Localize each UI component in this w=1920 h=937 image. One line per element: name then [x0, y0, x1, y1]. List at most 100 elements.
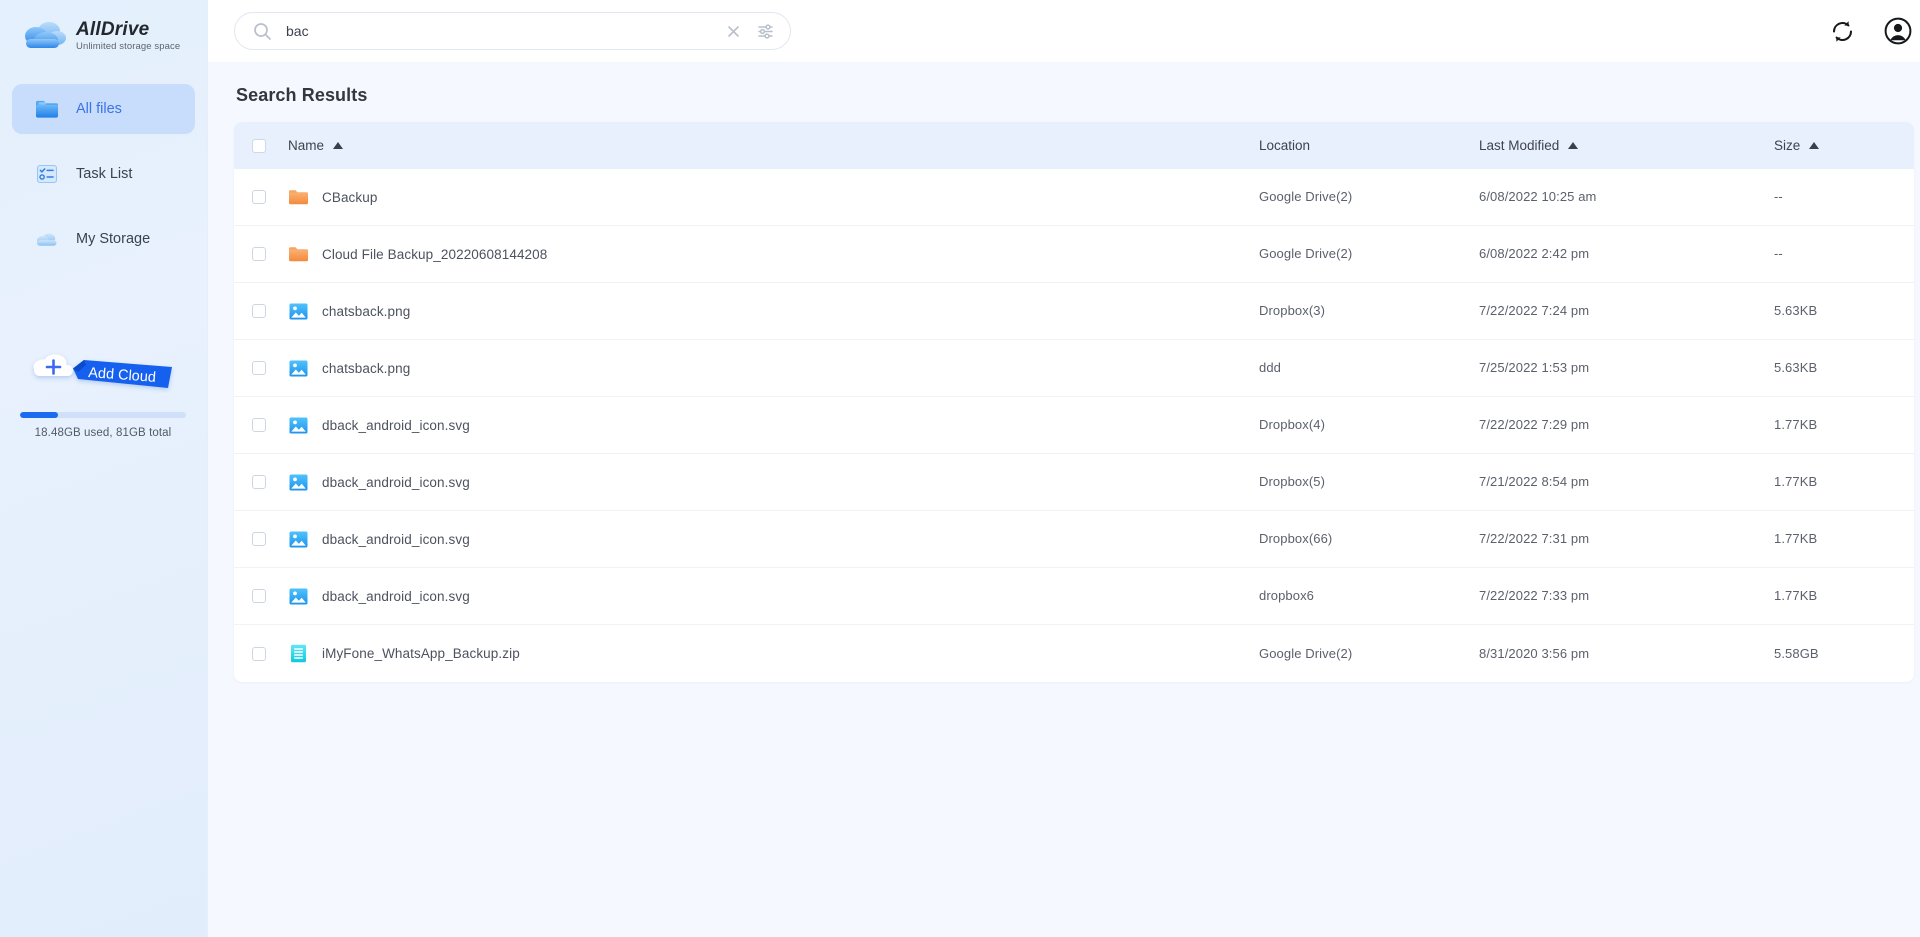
sidebar-item-label: All files — [76, 101, 122, 117]
sidebar-item-task-list[interactable]: Task List — [12, 149, 195, 199]
sidebar-item-all-files[interactable]: All files — [12, 84, 195, 134]
brand-logo: AllDrive Unlimited storage space — [0, 0, 207, 62]
image-file-icon — [288, 472, 309, 493]
file-location: Dropbox(5) — [1259, 474, 1326, 489]
row-checkbox[interactable] — [252, 475, 266, 489]
sort-ascending-icon — [333, 142, 344, 149]
brand-name: AllDrive — [76, 18, 150, 40]
table-row[interactable]: chatsback.png ddd 7/25/2022 1:53 pm 5.63KB — [234, 340, 1914, 397]
app-root: AllDrive Unlimited storage space All fil… — [0, 0, 1920, 937]
topbar-actions — [1829, 17, 1912, 45]
row-checkbox[interactable] — [252, 646, 266, 661]
file-modified: 8/31/2020 3:56 pm — [1479, 645, 1590, 661]
main-area: Search Results Name Location — [208, 0, 1920, 937]
file-modified: 7/22/2022 7:29 pm — [1479, 417, 1590, 432]
column-header-size[interactable]: Size — [1774, 138, 1914, 153]
search-icon — [253, 22, 272, 41]
file-name: Cloud File Backup_20220608144208 — [322, 246, 548, 262]
folder-orange-icon — [288, 244, 309, 265]
file-name: CBackup — [322, 189, 378, 205]
topbar — [208, 0, 1920, 62]
file-name: dback_android_icon.svg — [322, 588, 470, 604]
table-row[interactable]: dback_android_icon.svg dropbox6 7/22/2022 … — [234, 568, 1914, 625]
image-file-icon — [288, 358, 309, 379]
row-checkbox[interactable] — [252, 247, 266, 261]
column-header-location[interactable]: Location — [1259, 138, 1479, 153]
image-file-icon — [288, 586, 309, 607]
table-row[interactable]: dback_android_icon.svg Dropbox(66) 7/22/20… — [234, 511, 1914, 568]
sidebar-nav: All files Task List My Storage — [0, 84, 207, 264]
file-location: Google Drive(2) — [1259, 246, 1353, 261]
storage-meter: 18.48GB used, 81GB total — [20, 412, 186, 439]
file-size: 1.77KB — [1774, 417, 1818, 432]
search-bar[interactable] — [234, 12, 791, 50]
file-location: Google Drive(2) — [1259, 189, 1353, 204]
search-input[interactable] — [286, 23, 726, 39]
file-location: Dropbox(4) — [1259, 417, 1326, 432]
search-results-table: Name Location Last Modified Size CBackup… — [234, 122, 1914, 682]
row-checkbox[interactable] — [252, 190, 266, 204]
sort-ascending-icon — [1568, 142, 1579, 149]
folder-orange-icon — [288, 187, 309, 208]
file-location: Google Drive(2) — [1259, 645, 1353, 661]
storage-usage-text: 18.48GB used, 81GB total — [34, 427, 172, 439]
file-size: 5.63KB — [1774, 303, 1818, 318]
file-name: chatsback.png — [322, 303, 411, 319]
sidebar: AllDrive Unlimited storage space All fil… — [0, 0, 208, 937]
file-location: Dropbox(66) — [1259, 531, 1333, 546]
table-row[interactable]: chatsback.png Dropbox(3) 7/22/2022 7:24 pm… — [234, 283, 1914, 340]
file-modified: 7/21/2022 8:54 pm — [1479, 474, 1590, 489]
filter-sliders-icon[interactable] — [757, 23, 774, 40]
row-checkbox[interactable] — [252, 589, 266, 603]
table-row[interactable]: Cloud File Backup_20220608144208 Google D… — [234, 226, 1914, 283]
add-cloud-button[interactable]: Add Cloud — [26, 345, 186, 393]
file-size: 1.77KB — [1774, 474, 1818, 489]
table-row[interactable]: dback_android_icon.svg Dropbox(5) 7/21/202… — [234, 454, 1914, 511]
table-row[interactable]: iMyFone_WhatsApp_Backup.zip Google Drive(… — [234, 625, 1914, 682]
sidebar-item-label: Task List — [76, 166, 133, 182]
file-name: dback_android_icon.svg — [322, 474, 470, 490]
file-size: 5.63KB — [1774, 360, 1818, 375]
file-modified: 7/22/2022 7:31 pm — [1479, 531, 1590, 546]
file-size: -- — [1774, 246, 1783, 261]
storage-bar-track — [20, 412, 186, 418]
refresh-sync-icon[interactable] — [1829, 18, 1856, 45]
account-avatar-icon[interactable] — [1884, 17, 1912, 45]
row-checkbox[interactable] — [252, 304, 266, 318]
select-all-checkbox[interactable] — [252, 138, 266, 153]
column-header-name[interactable]: Name — [288, 138, 344, 153]
file-name: chatsback.png — [322, 360, 411, 376]
row-checkbox[interactable] — [252, 418, 266, 432]
row-checkbox[interactable] — [252, 361, 266, 375]
close-icon[interactable] — [726, 24, 741, 39]
brand-tagline: Unlimited storage space — [76, 41, 181, 53]
table-row[interactable]: dback_android_icon.svg Dropbox(4) 7/22/202… — [234, 397, 1914, 454]
image-file-icon — [288, 415, 309, 436]
file-modified: 6/08/2022 10:25 am — [1479, 189, 1597, 204]
column-header-last-modified[interactable]: Last Modified — [1479, 138, 1774, 153]
storage-bar-fill — [20, 412, 59, 418]
file-location: ddd — [1259, 360, 1281, 375]
page-title: Search Results — [236, 85, 368, 105]
file-size: 5.58GB — [1774, 645, 1819, 661]
image-file-icon — [288, 301, 309, 322]
file-name: iMyFone_WhatsApp_Backup.zip — [322, 646, 520, 661]
file-size: 1.77KB — [1774, 588, 1818, 603]
folder-icon — [34, 96, 60, 122]
task-list-icon — [34, 161, 60, 187]
file-location: Dropbox(3) — [1259, 303, 1326, 318]
image-file-icon — [288, 529, 309, 550]
row-checkbox[interactable] — [252, 532, 266, 546]
column-header-label: Size — [1774, 138, 1801, 153]
content-area: Search Results Name Location Last Modifi… — [208, 62, 1920, 937]
file-name: dback_android_icon.svg — [322, 531, 470, 547]
cloud-icon — [22, 19, 68, 53]
sidebar-item-label: My Storage — [76, 231, 151, 247]
column-header-label: Last Modified — [1479, 138, 1560, 153]
archive-file-icon — [288, 643, 309, 664]
file-location: dropbox6 — [1259, 588, 1315, 603]
table-row[interactable]: CBackup Google Drive(2) 6/08/2022 10:25 am… — [234, 169, 1914, 226]
file-modified: 7/22/2022 7:24 pm — [1479, 303, 1590, 318]
table-header-row: Name Location Last Modified Size — [234, 122, 1914, 169]
sidebar-item-my-storage[interactable]: My Storage — [12, 214, 195, 264]
